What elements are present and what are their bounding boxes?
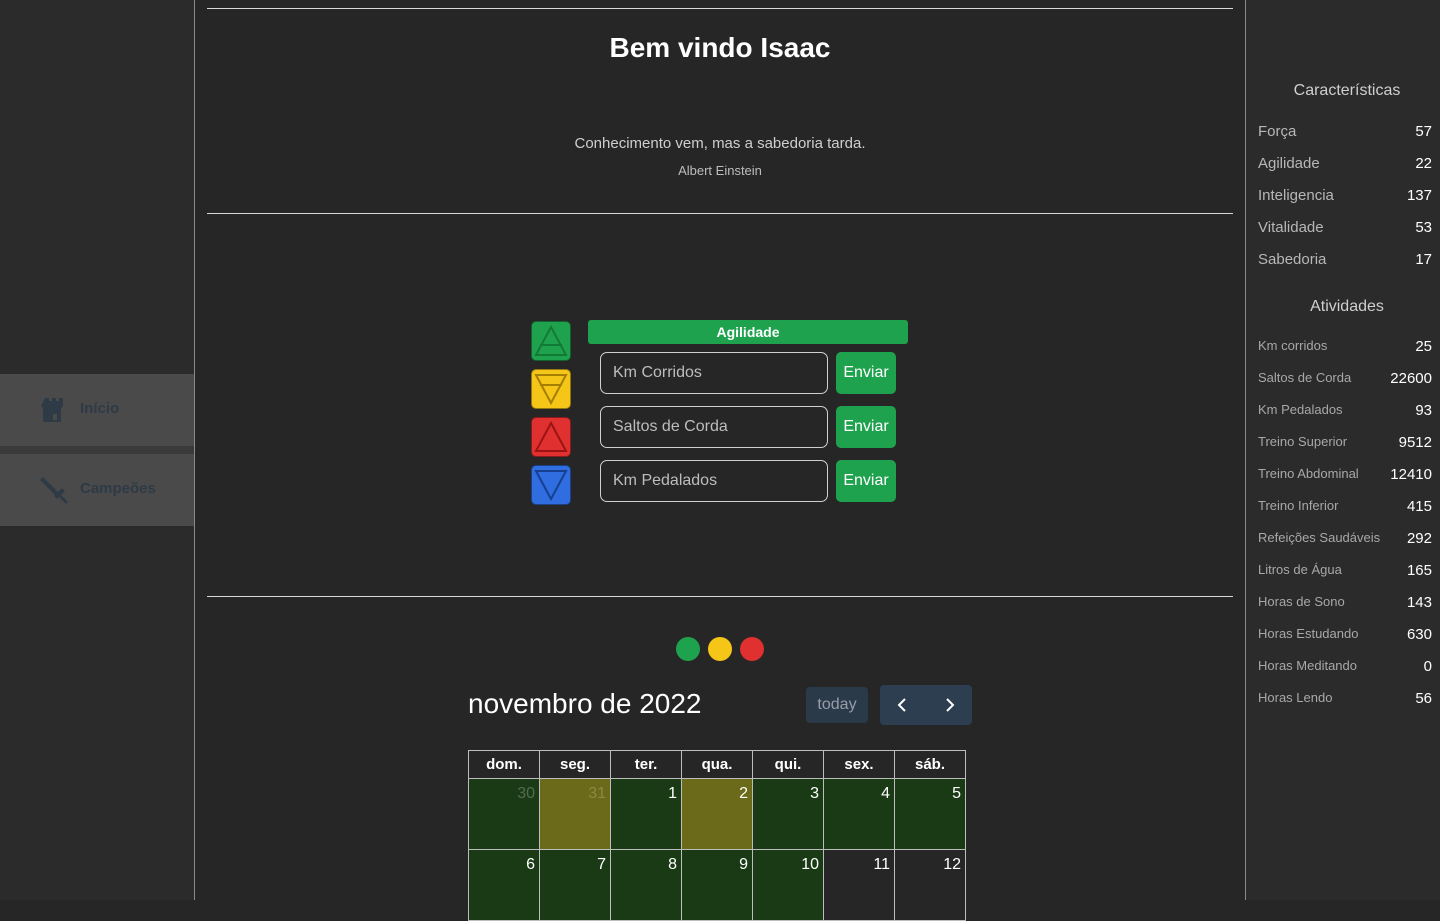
stat-value: 0 bbox=[1423, 658, 1432, 675]
stat-label: Horas Meditando bbox=[1258, 658, 1357, 673]
stat-value: 12410 bbox=[1390, 466, 1432, 483]
stat-value: 17 bbox=[1415, 251, 1432, 268]
stat-label: Treino Superior bbox=[1258, 434, 1348, 449]
stat-value: 57 bbox=[1415, 123, 1432, 140]
calendar-day[interactable]: 8 bbox=[610, 849, 682, 921]
sidebar-item-label: Início bbox=[80, 400, 120, 417]
saltos-de-corda-input[interactable] bbox=[600, 406, 828, 448]
stat-label: Refeições Saudáveis bbox=[1258, 530, 1381, 545]
air-triangle-icon bbox=[534, 324, 568, 356]
red-legend-dot[interactable] bbox=[740, 637, 764, 661]
stat-value: 53 bbox=[1415, 219, 1432, 236]
stat-value: 137 bbox=[1406, 187, 1432, 204]
divider bbox=[207, 596, 1233, 597]
weekday-header: seg. bbox=[539, 750, 611, 779]
calendar-day[interactable]: 9 bbox=[681, 849, 753, 921]
stat-label: Saltos de Corda bbox=[1258, 370, 1352, 385]
stat-label: Litros de Água bbox=[1258, 562, 1342, 577]
calendar-grid: dom. seg. ter. qua. qui. sex. sáb. 30 31… bbox=[468, 750, 966, 921]
weekday-header: sáb. bbox=[894, 750, 966, 779]
fire-element-button[interactable] bbox=[531, 417, 571, 457]
fire-triangle-icon bbox=[534, 420, 568, 452]
activities-title: Atividades bbox=[1310, 298, 1384, 315]
chevron-left-icon bbox=[897, 698, 906, 712]
stat-label: Horas de Sono bbox=[1258, 594, 1345, 609]
stat-label: Horas Estudando bbox=[1258, 626, 1359, 641]
earth-triangle-icon bbox=[534, 374, 568, 406]
stat-label: Km Pedalados bbox=[1258, 402, 1343, 417]
calendar-day[interactable]: 4 bbox=[823, 778, 895, 850]
calendar-day[interactable]: 12 bbox=[894, 849, 966, 921]
sidebar-divider bbox=[0, 446, 194, 454]
stat-value: 22 bbox=[1415, 155, 1432, 172]
stat-label: Sabedoria bbox=[1258, 251, 1327, 268]
stat-label: Treino Inferior bbox=[1258, 498, 1339, 513]
next-month-button[interactable] bbox=[926, 685, 972, 725]
km-pedalados-input[interactable] bbox=[600, 460, 828, 502]
main-border bbox=[194, 0, 195, 900]
activity-category-header: Agilidade bbox=[588, 320, 908, 344]
stat-value: 93 bbox=[1415, 402, 1432, 419]
send-km-corridos-button[interactable]: Enviar bbox=[836, 352, 896, 394]
calendar-day[interactable]: 5 bbox=[894, 778, 966, 850]
weekday-header: ter. bbox=[610, 750, 682, 779]
stat-label: Agilidade bbox=[1258, 155, 1320, 172]
stat-value: 25 bbox=[1415, 338, 1432, 355]
calendar-nav bbox=[880, 685, 972, 725]
weekday-header: qui. bbox=[752, 750, 824, 779]
stat-value: 165 bbox=[1406, 562, 1432, 579]
characteristics-title: Características bbox=[1293, 82, 1401, 99]
stat-value: 630 bbox=[1406, 626, 1432, 643]
send-saltos-de-corda-button[interactable]: Enviar bbox=[836, 406, 896, 448]
water-triangle-icon bbox=[534, 470, 568, 502]
chevron-right-icon bbox=[946, 698, 955, 712]
sidebar-item-inicio[interactable]: Início bbox=[0, 374, 194, 446]
calendar-day[interactable]: 11 bbox=[823, 849, 895, 921]
weekday-header: sex. bbox=[823, 750, 895, 779]
prev-month-button[interactable] bbox=[880, 685, 926, 725]
calendar-day[interactable]: 1 bbox=[610, 778, 682, 850]
stat-value: 415 bbox=[1406, 498, 1432, 515]
divider bbox=[207, 213, 1233, 214]
water-element-button[interactable] bbox=[531, 465, 571, 505]
calendar-day[interactable]: 31 bbox=[539, 778, 611, 850]
calendar-day[interactable]: 30 bbox=[468, 778, 540, 850]
quote-author: Albert Einstein bbox=[678, 163, 762, 178]
stat-value: 56 bbox=[1415, 690, 1432, 707]
stat-value: 143 bbox=[1406, 594, 1432, 611]
castle-icon bbox=[41, 398, 63, 422]
weekday-header: qua. bbox=[681, 750, 753, 779]
sword-icon bbox=[40, 477, 68, 504]
calendar-day[interactable]: 3 bbox=[752, 778, 824, 850]
earth-element-button[interactable] bbox=[531, 369, 571, 409]
calendar-day[interactable]: 7 bbox=[539, 849, 611, 921]
calendar-day[interactable]: 10 bbox=[752, 849, 824, 921]
calendar-day[interactable]: 6 bbox=[468, 849, 540, 921]
today-button[interactable]: today bbox=[806, 687, 868, 723]
stat-label: Horas Lendo bbox=[1258, 690, 1333, 705]
page-title: Bem vindo Isaac bbox=[609, 32, 831, 63]
air-element-button[interactable] bbox=[531, 321, 571, 361]
weekday-header: dom. bbox=[468, 750, 540, 779]
stat-label: Inteligencia bbox=[1258, 187, 1334, 204]
green-legend-dot[interactable] bbox=[676, 637, 700, 661]
divider bbox=[207, 8, 1233, 9]
calendar-day[interactable]: 2 bbox=[681, 778, 753, 850]
stat-label: Km corridos bbox=[1258, 338, 1328, 353]
stat-value: 22600 bbox=[1390, 370, 1432, 387]
calendar-title: novembro de 2022 bbox=[468, 688, 702, 719]
sidebar-item-label: Campeões bbox=[80, 480, 156, 497]
stat-label: Treino Abdominal bbox=[1258, 466, 1359, 481]
stat-label: Força bbox=[1258, 123, 1297, 140]
stat-value: 292 bbox=[1406, 530, 1432, 547]
yellow-legend-dot[interactable] bbox=[708, 637, 732, 661]
sidebar-item-campeoes[interactable]: Campeões bbox=[0, 454, 194, 526]
stat-value: 9512 bbox=[1398, 434, 1432, 451]
quote-text: Conhecimento vem, mas a sabedoria tarda. bbox=[574, 135, 866, 152]
stat-label: Vitalidade bbox=[1258, 219, 1324, 236]
km-corridos-input[interactable] bbox=[600, 352, 828, 394]
send-km-pedalados-button[interactable]: Enviar bbox=[836, 460, 896, 502]
